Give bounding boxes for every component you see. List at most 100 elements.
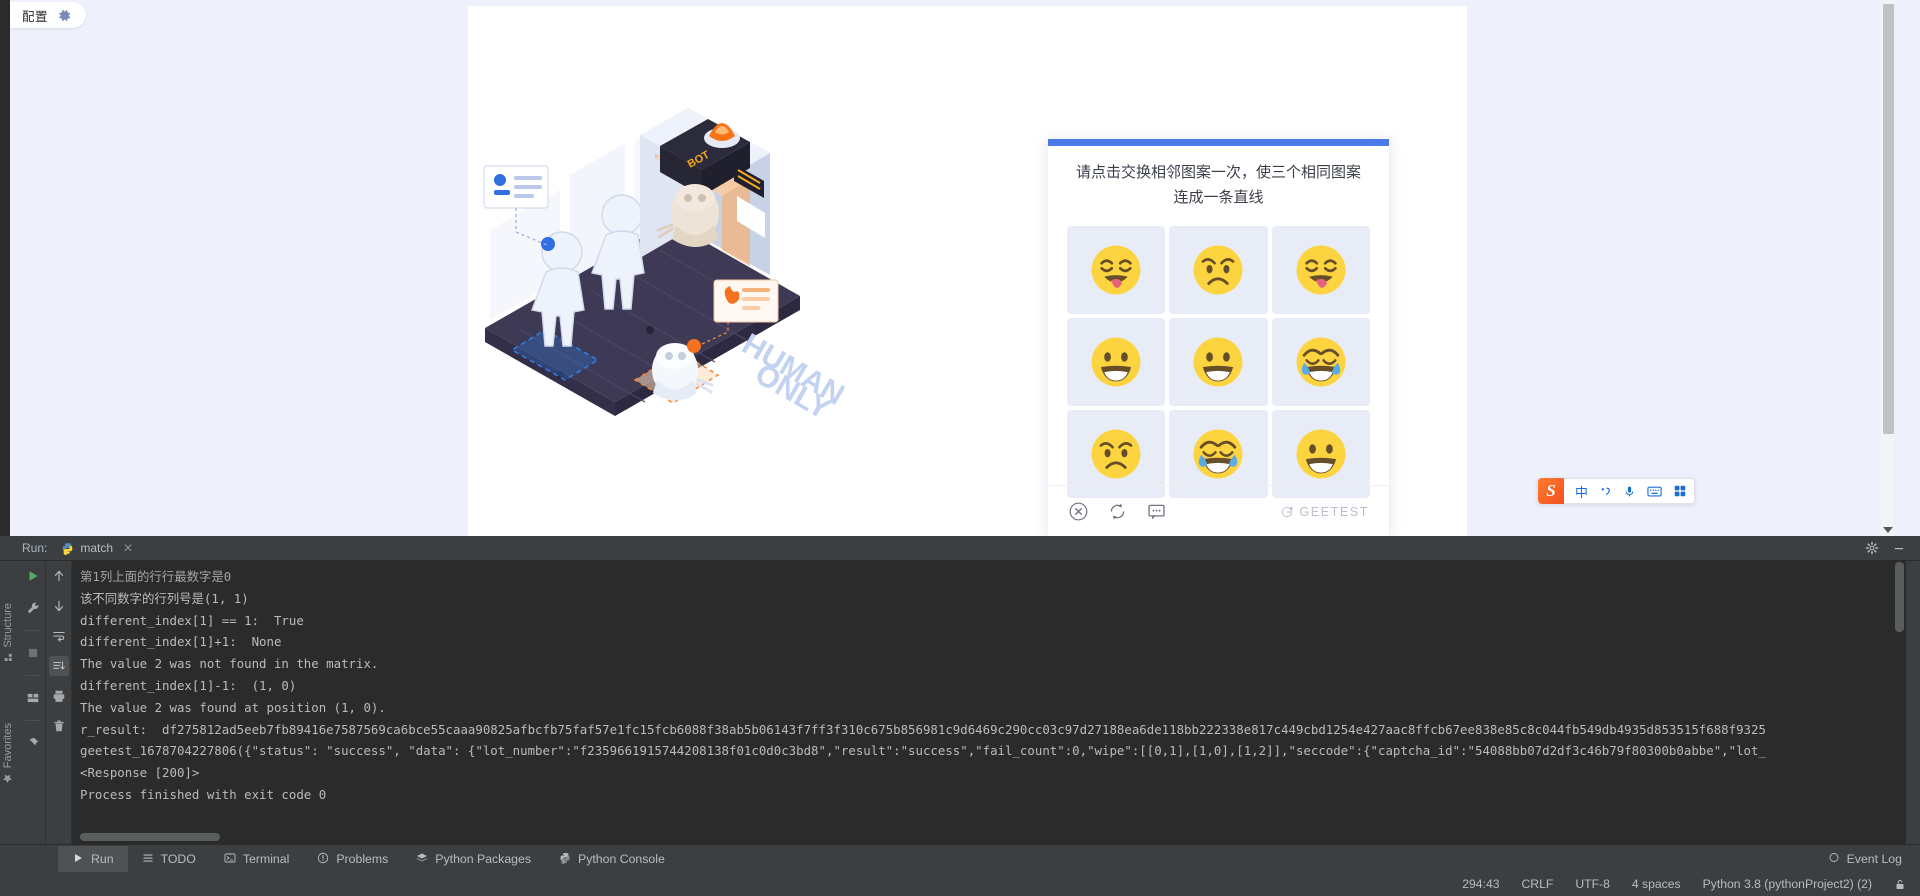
bottom-tab-packages-label: Python Packages [435, 851, 532, 866]
indent-setting[interactable]: 4 spaces [1632, 877, 1681, 891]
console-line: The value 2 was not found in the matrix. [80, 656, 379, 672]
bottom-tab-run[interactable]: Run [58, 845, 128, 872]
console-line: Process finished with exit code 0 [80, 786, 327, 802]
mic-icon[interactable] [1623, 484, 1636, 499]
file-encoding[interactable]: UTF-8 [1575, 877, 1610, 891]
sidebar-tab-structure-label: Structure [2, 603, 14, 648]
caret-position[interactable]: 294:43 [1462, 877, 1499, 891]
console-vscrollbar-thumb[interactable] [1895, 562, 1904, 632]
run-tool-header: Run: match ✕ [0, 536, 1920, 561]
emoji-cell-0-0[interactable] [1067, 226, 1166, 314]
browser-page-area: BOT HUMAN ONLY 请点击交换相邻图案一次，使三个相同图案连成一条直线… [0, 0, 1920, 536]
ide-left-strip [0, 0, 10, 536]
keyboard-icon[interactable] [1647, 485, 1662, 498]
refresh-icon[interactable] [1107, 501, 1128, 522]
trash-icon[interactable] [49, 716, 69, 736]
feedback-icon[interactable] [1146, 501, 1167, 522]
packages-icon [416, 852, 429, 865]
run-config-tab[interactable]: match ✕ [61, 541, 133, 555]
emoji-cell-1-2[interactable] [1271, 318, 1370, 406]
status-bar-right: 294:43 CRLF UTF-8 4 spaces Python 3.8 (p… [1462, 877, 1906, 891]
run-toolbar-primary [20, 561, 46, 844]
captcha-grid-wrapper [1048, 210, 1389, 498]
balloon-icon [1828, 852, 1841, 865]
emoji-cell-0-1[interactable] [1169, 226, 1268, 314]
geetest-brand-label: GEETEST [1299, 504, 1369, 519]
bottom-tab-terminal[interactable]: Terminal [210, 846, 303, 872]
event-log-label: Event Log [1846, 851, 1902, 866]
console-line: different_index[1]+1: None [80, 634, 282, 650]
run-toolbar-secondary [46, 561, 72, 844]
emoji-cell-1-1[interactable] [1169, 318, 1268, 406]
problems-icon [317, 852, 330, 865]
bottom-tab-python-packages[interactable]: Python Packages [402, 846, 545, 872]
close-circle-icon[interactable] [1068, 501, 1089, 522]
emoji-cell-1-0[interactable] [1067, 318, 1166, 406]
ime-punctuation-toggle[interactable] [1599, 485, 1612, 498]
soft-wrap-icon[interactable] [49, 626, 69, 646]
python-interpreter[interactable]: Python 3.8 (pythonProject2) (2) [1703, 877, 1872, 891]
console-line: r_result: df275812ad5eeb7fb89416e7587569… [80, 721, 1766, 737]
captcha-footer-actions [1068, 501, 1167, 522]
ime-logo-icon[interactable]: S [1538, 478, 1564, 504]
geetest-logo-icon [1282, 506, 1294, 518]
scroll-down-arrow-icon[interactable] [1883, 527, 1893, 533]
stop-icon[interactable] [23, 643, 43, 663]
scroll-down-icon[interactable] [49, 596, 69, 616]
python-icon [559, 852, 572, 865]
bottom-tab-terminal-label: Terminal [242, 851, 290, 866]
gear-icon[interactable] [1865, 541, 1879, 555]
console-line: different_index[1] == 1: True [80, 612, 304, 628]
console-line: 该不同数字的行列号是(1, 1) [80, 590, 249, 606]
close-icon[interactable]: ✕ [123, 541, 133, 555]
console-line: The value 2 was found at position (1, 0)… [80, 699, 386, 715]
sidebar-tab-favorites[interactable]: Favorites [2, 723, 14, 784]
bottom-tab-python-console-label: Python Console [578, 851, 665, 866]
run-config-name: match [80, 541, 114, 555]
lock-icon[interactable] [1894, 878, 1906, 891]
line-separator[interactable]: CRLF [1522, 877, 1554, 891]
event-log-button[interactable]: Event Log [1828, 852, 1902, 866]
console-vscrollbar[interactable] [1893, 561, 1906, 844]
minimize-icon[interactable] [1892, 541, 1906, 555]
page-scrollbar-thumb[interactable] [1883, 4, 1894, 434]
console-line-clipped: 第1列上面的行行最数字是0 [80, 569, 232, 584]
filter-icon[interactable] [48, 656, 69, 676]
emoji-grid [1067, 226, 1370, 498]
bottom-tab-problems[interactable]: Problems [303, 846, 402, 872]
console-line: different_index[1]-1: (1, 0) [80, 677, 297, 693]
config-pill[interactable]: 配置 [10, 2, 87, 28]
star-icon [3, 774, 13, 784]
emoji-cell-0-2[interactable] [1271, 226, 1370, 314]
pin-icon[interactable] [23, 733, 43, 753]
layout-icon[interactable] [23, 688, 43, 708]
geetest-captcha-panel[interactable]: 请点击交换相邻图案一次，使三个相同图案连成一条直线 GEETEST [1048, 139, 1389, 536]
side-tool-tabs: Structure Favorites [0, 561, 20, 844]
bottom-tab-todo[interactable]: TODO [128, 846, 210, 872]
apps-grid-icon[interactable] [1673, 484, 1687, 498]
toolbar-divider [24, 675, 41, 676]
run-tool-body: Structure Favorites 第1列上面的行行最数字是0 该不同数字的… [0, 561, 1920, 844]
sogou-ime-toolbar[interactable]: S 中 [1537, 478, 1696, 504]
bottom-tab-python-console[interactable]: Python Console [545, 846, 679, 872]
captcha-footer: GEETEST [1048, 485, 1389, 536]
console-output[interactable]: 第1列上面的行行最数字是0 该不同数字的行列号是(1, 1) different… [72, 561, 1906, 844]
ime-language-toggle[interactable]: 中 [1575, 482, 1588, 501]
config-label: 配置 [22, 8, 49, 24]
scan-dot [541, 237, 555, 251]
scroll-up-icon[interactable] [49, 566, 69, 586]
web-page-canvas: BOT HUMAN ONLY 请点击交换相邻图案一次，使三个相同图案连成一条直线… [10, 0, 1900, 536]
python-icon [61, 542, 74, 555]
todo-icon [142, 852, 155, 865]
print-icon[interactable] [49, 686, 69, 706]
bottom-tab-todo-label: TODO [160, 851, 196, 866]
gear-icon[interactable] [57, 8, 72, 23]
sidebar-tab-structure[interactable]: Structure [2, 603, 14, 663]
toolbar-divider [24, 720, 41, 721]
run-tool-window: Run: match ✕ Structure Favorites 第1列上面的行… [0, 536, 1920, 844]
status-bar: 294:43 CRLF UTF-8 4 spaces Python 3.8 (p… [0, 872, 1920, 896]
captcha-instruction: 请点击交换相邻图案一次，使三个相同图案连成一条直线 [1075, 163, 1361, 206]
console-hscrollbar-thumb[interactable] [80, 833, 220, 841]
wrench-icon[interactable] [23, 598, 43, 618]
rerun-icon[interactable] [23, 566, 43, 586]
